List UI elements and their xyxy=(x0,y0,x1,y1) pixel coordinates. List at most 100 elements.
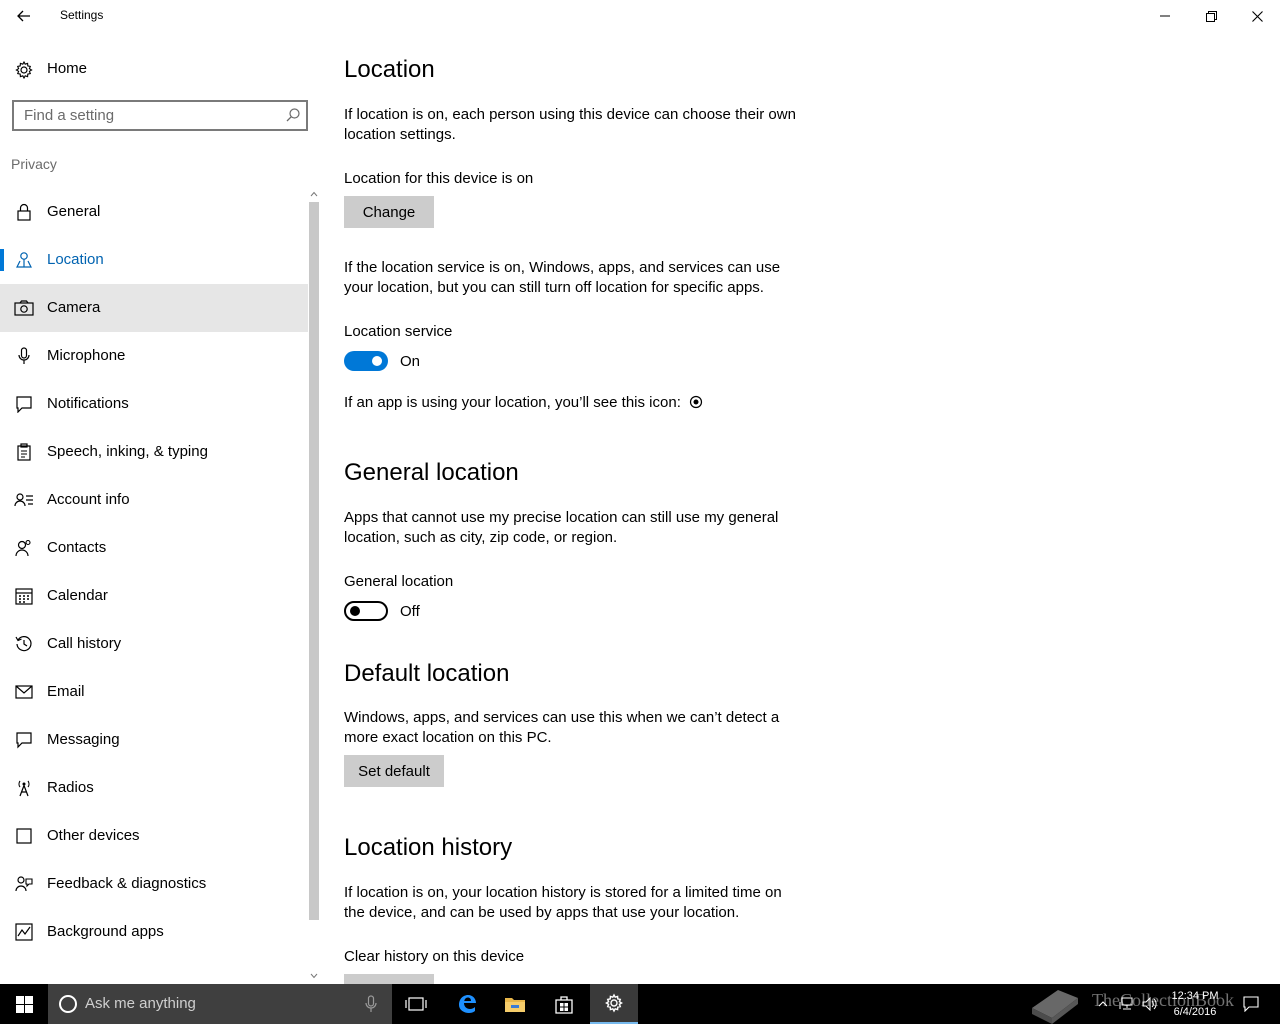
home-link[interactable]: Home xyxy=(0,52,308,88)
change-button[interactable]: Change xyxy=(344,196,434,228)
general-location-toggle[interactable] xyxy=(344,601,388,621)
message-icon xyxy=(14,730,34,750)
scroll-down-arrow[interactable] xyxy=(308,970,320,982)
radio-tower-icon xyxy=(14,778,34,798)
general-location-description: Apps that cannot use my precise location… xyxy=(344,509,779,546)
window-title: Settings xyxy=(60,8,104,22)
taskbar-store[interactable] xyxy=(540,984,588,1024)
restore-button[interactable] xyxy=(1188,0,1234,32)
sidebar-item-label: Microphone xyxy=(47,347,126,364)
sidebar-item-label: Camera xyxy=(47,299,101,316)
clock-time: 12:34 PM xyxy=(1171,990,1219,1002)
background-apps-icon xyxy=(14,922,34,942)
task-view-icon xyxy=(405,997,427,1011)
search-icon[interactable] xyxy=(286,108,300,122)
sidebar-item-label: Speech, inking, & typing xyxy=(47,443,208,460)
location-service-description: If the location service is on, Windows, … xyxy=(344,259,781,296)
title-bar: Settings xyxy=(0,0,1280,32)
cortana-search-box[interactable]: Ask me anything xyxy=(48,984,392,1024)
location-service-toggle[interactable] xyxy=(344,351,388,371)
sidebar-item-messaging[interactable]: Messaging xyxy=(0,716,308,764)
device-location-status: Location for this device is on xyxy=(344,170,534,187)
sidebar-item-general[interactable]: General xyxy=(0,188,308,236)
history-icon xyxy=(14,634,34,654)
edge-browser-icon xyxy=(459,995,476,1013)
minimize-icon xyxy=(1160,15,1170,17)
minimize-button[interactable] xyxy=(1142,0,1188,32)
sidebar-item-account-info[interactable]: Account info xyxy=(0,476,308,524)
toggle-knob xyxy=(372,356,382,366)
close-icon xyxy=(1251,10,1263,22)
chevron-down-icon xyxy=(310,973,318,979)
cortana-placeholder: Ask me anything xyxy=(85,995,196,1012)
microphone-icon[interactable] xyxy=(364,995,378,1013)
sidebar-item-camera[interactable]: Camera xyxy=(0,284,308,332)
location-icon-note: If an app is using your location, you’ll… xyxy=(344,394,681,411)
sidebar-item-label: General xyxy=(47,203,101,220)
sidebar-item-other-devices[interactable]: Other devices xyxy=(0,812,308,860)
location-heading: Location xyxy=(344,56,435,83)
sidebar-item-label: Feedback & diagnostics xyxy=(47,875,207,892)
location-service-label: Location service xyxy=(344,323,453,340)
search-input[interactable] xyxy=(14,102,276,129)
taskbar-settings[interactable] xyxy=(590,984,638,1024)
calendar-icon xyxy=(14,586,34,606)
speaker-icon xyxy=(1142,997,1157,1011)
taskbar-file-explorer[interactable] xyxy=(491,984,539,1024)
mail-icon xyxy=(14,682,34,702)
close-button[interactable] xyxy=(1234,0,1280,32)
store-bag-icon xyxy=(555,996,573,1014)
sidebar-item-contacts[interactable]: Contacts xyxy=(0,524,308,572)
sidebar-item-label: Messaging xyxy=(47,731,120,748)
location-in-use-icon xyxy=(689,395,703,409)
task-view-button[interactable] xyxy=(392,984,440,1024)
set-default-button[interactable]: Set default xyxy=(344,755,444,787)
back-arrow-icon xyxy=(17,10,30,22)
location-icon-note-row: If an app is using your location, you’ll… xyxy=(344,394,703,411)
scroll-up-arrow[interactable] xyxy=(308,188,320,200)
sidebar-scrollbar[interactable] xyxy=(308,188,320,984)
sidebar-item-label: Calendar xyxy=(47,587,108,604)
sidebar: Home Privacy General Location Camera Mic… xyxy=(0,32,320,984)
clock[interactable]: 12:34 PM 6/4/2016 xyxy=(1166,988,1224,1020)
taskbar-edge[interactable] xyxy=(443,984,491,1024)
show-hidden-icons-button[interactable] xyxy=(1092,984,1114,1024)
sidebar-item-notifications[interactable]: Notifications xyxy=(0,380,308,428)
selection-indicator xyxy=(0,249,4,271)
network-tray-button[interactable] xyxy=(1114,984,1138,1024)
gear-icon xyxy=(15,60,33,80)
sidebar-item-email[interactable]: Email xyxy=(0,668,308,716)
sidebar-item-microphone[interactable]: Microphone xyxy=(0,332,308,380)
sidebar-item-speech[interactable]: Speech, inking, & typing xyxy=(0,428,308,476)
location-service-state: On xyxy=(400,353,421,370)
search-box[interactable] xyxy=(12,100,308,131)
location-history-description: If location is on, your location history… xyxy=(344,884,782,921)
general-location-state: Off xyxy=(400,603,420,620)
sidebar-item-label: Notifications xyxy=(47,395,129,412)
sidebar-item-call-history[interactable]: Call history xyxy=(0,620,308,668)
clear-history-label: Clear history on this device xyxy=(344,948,525,965)
sidebar-item-radios[interactable]: Radios xyxy=(0,764,308,812)
clear-history-button[interactable] xyxy=(344,974,434,984)
action-center-button[interactable] xyxy=(1238,984,1264,1024)
gear-icon xyxy=(605,993,623,1013)
default-location-description: Windows, apps, and services can use this… xyxy=(344,709,780,746)
lock-icon xyxy=(14,202,34,222)
sidebar-item-label: Contacts xyxy=(47,539,107,556)
sidebar-item-location[interactable]: Location xyxy=(0,236,308,284)
sidebar-item-background-apps[interactable]: Background apps xyxy=(0,908,308,956)
chevron-up-icon xyxy=(1098,1001,1108,1007)
back-button[interactable] xyxy=(8,2,40,30)
microphone-icon xyxy=(14,346,34,366)
sidebar-item-label: Radios xyxy=(47,779,94,796)
start-button[interactable] xyxy=(0,984,48,1024)
restore-icon xyxy=(1205,10,1217,22)
account-info-icon xyxy=(14,490,34,510)
main-content: Location If location is on, each person … xyxy=(344,32,804,984)
contacts-icon xyxy=(14,538,34,558)
sidebar-item-label: Email xyxy=(47,683,85,700)
sidebar-item-feedback[interactable]: Feedback & diagnostics xyxy=(0,860,308,908)
scroll-thumb[interactable] xyxy=(309,202,319,920)
volume-tray-button[interactable] xyxy=(1138,984,1162,1024)
sidebar-item-calendar[interactable]: Calendar xyxy=(0,572,308,620)
